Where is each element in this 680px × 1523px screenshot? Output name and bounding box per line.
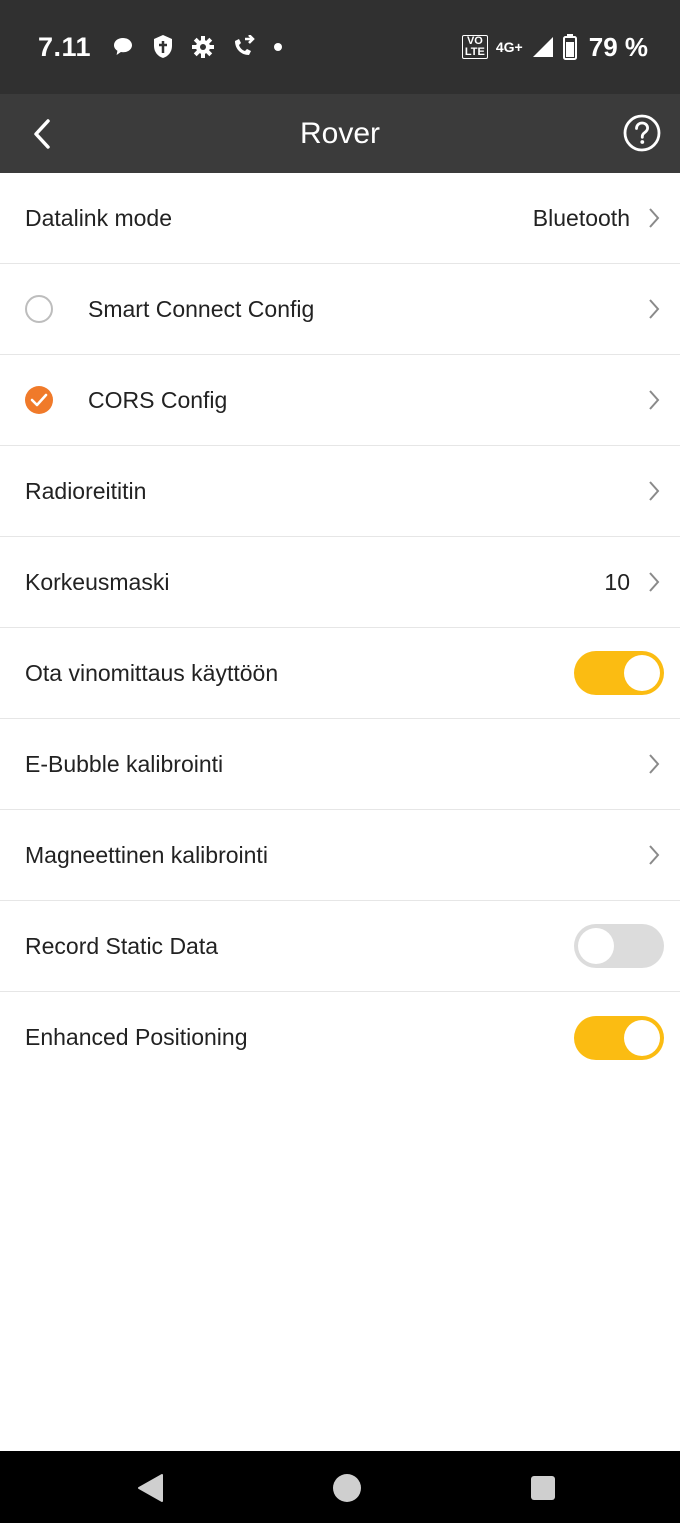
app-header: Rover	[0, 94, 680, 173]
chevron-right-icon	[644, 297, 664, 321]
cors-config-row[interactable]: CORS Config	[0, 355, 680, 446]
volte-bottom: LTE	[464, 46, 485, 58]
dot-icon	[273, 42, 283, 52]
settings-list: Datalink mode Bluetooth Smart Connect Co…	[0, 173, 680, 1083]
gear-icon	[191, 35, 215, 59]
chevron-right-icon	[644, 388, 664, 412]
ebubble-calibration-label: E-Bubble kalibrointi	[25, 750, 224, 777]
chevron-right-icon	[644, 479, 664, 503]
enhanced-positioning-row: Enhanced Positioning	[0, 992, 680, 1083]
back-button[interactable]	[22, 112, 62, 156]
elevation-mask-row[interactable]: Korkeusmaski 10	[0, 537, 680, 628]
nav-home-button[interactable]	[332, 1473, 362, 1503]
smart-connect-config-label: Smart Connect Config	[88, 295, 315, 322]
status-bar: 7.11 VO LTE 4G+ 79 %	[0, 0, 680, 94]
cors-config-label: CORS Config	[88, 386, 228, 413]
smart-connect-radio[interactable]	[25, 295, 53, 323]
tilt-measurement-row: Ota vinomittaus käyttöön	[0, 628, 680, 719]
volte-label: VO LTE	[461, 35, 488, 59]
magnetic-calibration-row[interactable]: Magneettinen kalibrointi	[0, 810, 680, 901]
battery-icon	[562, 34, 577, 60]
help-button[interactable]	[620, 111, 664, 155]
page-title: Rover	[299, 116, 381, 150]
toggle-knob	[624, 655, 660, 691]
circle-home-icon	[333, 1474, 361, 1502]
battery-percent: 79 %	[588, 31, 648, 62]
record-static-data-label: Record Static Data	[25, 932, 219, 959]
elevation-mask-label: Korkeusmaski	[25, 568, 170, 595]
enhanced-positioning-toggle[interactable]	[574, 1015, 664, 1060]
cors-radio-checked[interactable]	[25, 386, 53, 414]
network-type-label: 4G+	[495, 38, 523, 55]
help-circle-icon	[623, 114, 661, 152]
chevron-right-icon	[644, 570, 664, 594]
triangle-back-icon	[138, 1474, 163, 1502]
chevron-left-icon	[34, 119, 50, 149]
chevron-right-icon	[644, 206, 664, 230]
signal-icon	[531, 35, 555, 59]
datalink-mode-label: Datalink mode	[25, 204, 173, 231]
enhanced-positioning-label: Enhanced Positioning	[25, 1024, 248, 1050]
call-forward-icon	[231, 35, 257, 59]
ebubble-calibration-row[interactable]: E-Bubble kalibrointi	[0, 719, 680, 810]
datalink-mode-value: Bluetooth	[532, 204, 630, 231]
system-nav-bar	[0, 1451, 680, 1523]
chevron-right-icon	[644, 752, 664, 776]
smart-connect-config-row[interactable]: Smart Connect Config	[0, 264, 680, 355]
system-icons: VO LTE 4G+ 79 %	[461, 31, 648, 63]
volte-icon: VO LTE	[461, 35, 488, 59]
radio-router-label: Radioreititin	[25, 477, 147, 504]
record-static-data-toggle[interactable]	[574, 924, 664, 968]
nav-recents-button[interactable]	[528, 1473, 558, 1503]
tilt-measurement-label: Ota vinomittaus käyttöön	[25, 659, 279, 686]
check-icon	[30, 393, 48, 407]
tilt-measurement-toggle[interactable]	[574, 651, 664, 695]
datalink-mode-row[interactable]: Datalink mode Bluetooth	[0, 173, 680, 264]
magnetic-calibration-label: Magneettinen kalibrointi	[25, 841, 268, 868]
chat-bubble-icon	[111, 35, 135, 59]
status-time: 7.11	[38, 31, 92, 62]
toggle-knob	[578, 928, 614, 964]
chevron-right-icon	[644, 843, 664, 867]
toggle-knob	[624, 1019, 660, 1056]
shield-icon	[151, 34, 175, 60]
record-static-data-row: Record Static Data	[0, 901, 680, 992]
nav-back-button[interactable]	[135, 1473, 165, 1503]
elevation-mask-value: 10	[604, 568, 630, 595]
square-recents-icon	[531, 1476, 555, 1500]
radio-router-row[interactable]: Radioreititin	[0, 446, 680, 537]
notification-icons	[111, 34, 283, 60]
